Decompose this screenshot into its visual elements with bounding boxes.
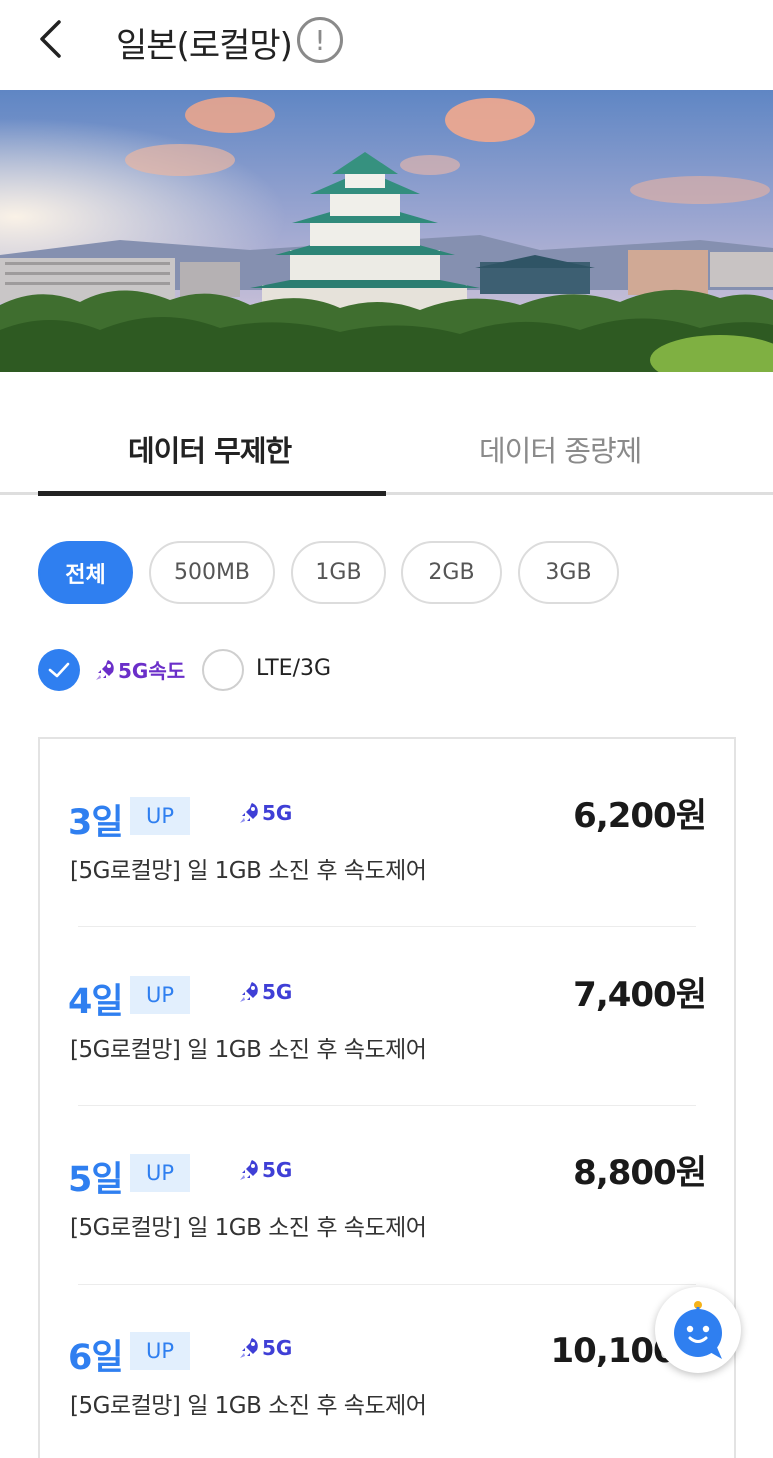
- network-label: 5G: [262, 801, 293, 825]
- chip-all[interactable]: 전체: [38, 541, 133, 604]
- up-badge: UP: [130, 1332, 190, 1370]
- plan-days: 4일: [68, 982, 124, 1022]
- rocket-icon: [240, 803, 258, 823]
- plan-price: 8,800원: [573, 1153, 707, 1193]
- checkbox-lte[interactable]: [202, 649, 244, 691]
- chip-3gb[interactable]: 3GB: [518, 541, 619, 604]
- plan-item-3days[interactable]: 3일 UP 5G [5G로컬망] 일 1GB 소진 후 속도제어 6,200원: [40, 739, 734, 917]
- info-icon[interactable]: !: [297, 17, 343, 63]
- plan-price: 6,200원: [573, 796, 707, 836]
- page-title: 일본(로컬망): [116, 26, 293, 66]
- check-icon: [48, 662, 70, 678]
- chatbot-icon: [674, 1301, 722, 1359]
- info-icon-glyph: !: [314, 23, 326, 57]
- label-5g-speed: 5G속도: [94, 655, 185, 684]
- rocket-icon: [240, 982, 258, 1002]
- tab-data-metered[interactable]: 데이터 종량제: [479, 428, 642, 470]
- network-badge: 5G: [238, 980, 292, 1004]
- network-label: 5G: [262, 1336, 293, 1360]
- hero-image: [0, 90, 773, 372]
- plan-description: [5G로컬망] 일 1GB 소진 후 속도제어: [70, 1037, 427, 1063]
- up-badge: UP: [130, 797, 190, 835]
- label-5g-text: 5G속도: [118, 659, 186, 683]
- label-lte-3g: LTE/3G: [256, 656, 332, 681]
- plan-item-6days[interactable]: 6일 UP 5G [5G로컬망] 일 1GB 소진 후 속도제어 10,100원: [40, 1274, 734, 1452]
- chevron-left-icon: [40, 20, 61, 58]
- network-label: 5G: [262, 1158, 293, 1182]
- plan-days: 5일: [68, 1160, 124, 1200]
- plan-days: 6일: [68, 1338, 124, 1378]
- app-header: 일본(로컬망) !: [0, 0, 773, 88]
- network-badge: 5G: [238, 1158, 292, 1182]
- chip-500mb[interactable]: 500MB: [149, 541, 275, 604]
- up-badge: UP: [130, 976, 190, 1014]
- rocket-icon: [96, 659, 114, 680]
- plan-list: 3일 UP 5G [5G로컬망] 일 1GB 소진 후 속도제어 6,200원 …: [38, 737, 736, 1458]
- plan-item-4days[interactable]: 4일 UP 5G [5G로컬망] 일 1GB 소진 후 속도제어 7,400원: [40, 918, 734, 1096]
- plan-description: [5G로컬망] 일 1GB 소진 후 속도제어: [70, 1215, 427, 1241]
- plan-price: 7,400원: [573, 975, 707, 1015]
- rocket-icon: [240, 1160, 258, 1180]
- network-badge: 5G: [238, 1336, 292, 1360]
- rocket-icon: [240, 1338, 258, 1358]
- plan-days: 3일: [68, 803, 124, 843]
- plan-description: [5G로컬망] 일 1GB 소진 후 속도제어: [70, 1393, 427, 1419]
- chip-1gb[interactable]: 1GB: [291, 541, 386, 604]
- tab-bar: 데이터 무제한 데이터 종량제: [0, 372, 773, 496]
- checkbox-5g[interactable]: [38, 649, 80, 691]
- up-badge: UP: [130, 1154, 190, 1192]
- back-button[interactable]: [28, 14, 72, 64]
- tab-active-indicator: [38, 491, 386, 496]
- network-label: 5G: [262, 980, 293, 1004]
- plan-item-5days[interactable]: 5일 UP 5G [5G로컬망] 일 1GB 소진 후 속도제어 8,800원: [40, 1096, 734, 1274]
- plan-description: [5G로컬망] 일 1GB 소진 후 속도제어: [70, 858, 427, 884]
- chip-2gb[interactable]: 2GB: [401, 541, 502, 604]
- chatbot-button[interactable]: [655, 1287, 741, 1373]
- tab-data-unlimited[interactable]: 데이터 무제한: [128, 428, 292, 470]
- network-badge: 5G: [238, 801, 292, 825]
